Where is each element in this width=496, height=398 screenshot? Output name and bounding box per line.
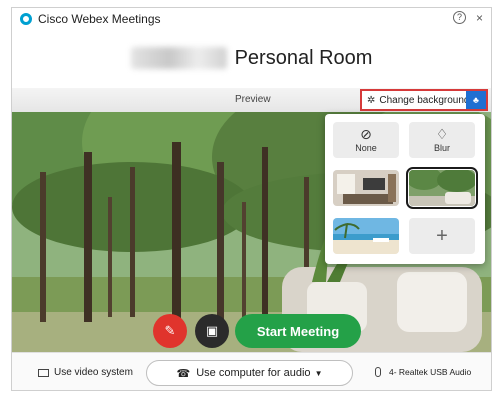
background-living-room-option[interactable]: [333, 170, 399, 206]
beach-thumbnail: [333, 218, 399, 254]
background-picker-panel: ⊘ None ♢ Blur +: [325, 114, 485, 264]
help-icon[interactable]: ?: [452, 11, 466, 24]
camera-off-icon: ▣: [205, 323, 219, 338]
start-meeting-button[interactable]: Start Meeting: [235, 314, 361, 348]
change-background-label: Change background: [379, 94, 470, 106]
use-video-system-button[interactable]: Use video system: [38, 367, 133, 378]
phone-icon: ☎: [176, 367, 191, 380]
none-label: None: [355, 143, 377, 153]
microphone-icon: [375, 367, 381, 377]
chevron-down-icon: ▼: [314, 368, 323, 378]
none-icon: ⊘: [360, 126, 372, 142]
room-header: Personal Room: [12, 30, 491, 86]
app-title: Cisco Webex Meetings: [38, 12, 161, 26]
living-room-thumbnail: [333, 170, 399, 206]
close-icon[interactable]: ×: [476, 11, 483, 25]
background-beach-option[interactable]: [333, 218, 399, 254]
webex-logo-icon: [20, 13, 32, 25]
room-title: Personal Room: [234, 46, 373, 69]
window-controls: ? ×: [452, 11, 483, 25]
audio-label: Use computer for audio: [196, 367, 311, 379]
background-toggle-icon[interactable]: ♣: [466, 91, 486, 109]
video-system-label: Use video system: [54, 367, 133, 378]
audio-connection-dropdown[interactable]: ☎ Use computer for audio ▼: [146, 360, 353, 386]
mute-button[interactable]: ✎: [153, 314, 187, 348]
monitor-icon: [38, 368, 49, 377]
background-park-option[interactable]: [406, 167, 478, 209]
background-none-option[interactable]: ⊘ None: [333, 122, 399, 158]
microphone-label: 4- Realtek USB Audio: [389, 367, 472, 377]
sparkle-icon: ✲: [367, 94, 376, 106]
park-thumbnail: [409, 170, 475, 206]
background-blur-option[interactable]: ♢ Blur: [409, 122, 475, 158]
preview-bar: Preview ✲ Change background ♣: [12, 88, 491, 112]
plus-icon: +: [436, 224, 448, 247]
microphone-muted-icon: ✎: [164, 323, 176, 338]
change-background-button[interactable]: ✲ Change background ♣: [360, 89, 488, 111]
webex-window: Cisco Webex Meetings ? × Personal Room P…: [11, 7, 492, 391]
blur-label: Blur: [433, 143, 450, 153]
microphone-device-selector[interactable]: 4- Realtek USB Audio: [375, 367, 471, 377]
preview-label: Preview: [235, 94, 271, 105]
add-background-button[interactable]: +: [409, 218, 475, 254]
title-bar: Cisco Webex Meetings ? ×: [12, 8, 491, 30]
blurred-name: [130, 47, 227, 69]
droplet-icon: ♢: [435, 126, 449, 142]
footer-bar: Use video system ☎ Use computer for audi…: [12, 352, 491, 390]
camera-button[interactable]: ▣: [195, 314, 229, 348]
